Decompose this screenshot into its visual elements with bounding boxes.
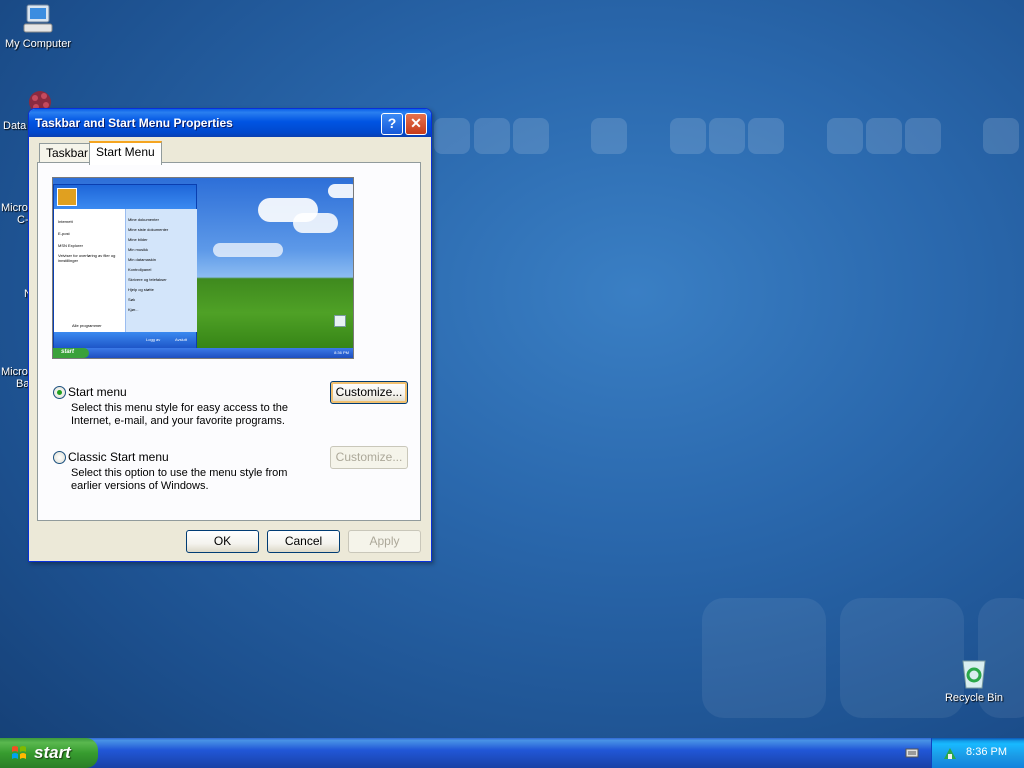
bg-square xyxy=(513,118,549,154)
start-menu-desc-line1: Select this menu style for easy access t… xyxy=(71,402,289,414)
bg-square xyxy=(434,118,470,154)
classic-customize-button: Customize... xyxy=(330,446,408,469)
system-tray: 8:36 PM xyxy=(931,738,1024,768)
bg-square xyxy=(591,118,627,154)
recycle-bin-icon xyxy=(958,656,990,690)
tab-panel: Internett E-post MSN Explorer Veiviser f… xyxy=(37,162,421,521)
preview-menu-header xyxy=(54,185,196,209)
preview-item: Skrivere og telefakser xyxy=(128,277,167,282)
preview-items-left: Internett E-post MSN Explorer Veiviser f… xyxy=(58,217,124,263)
close-button[interactable]: ✕ xyxy=(405,113,427,135)
apply-button: Apply xyxy=(348,530,421,553)
desktop-icon-my-computer[interactable]: My Computer xyxy=(0,2,78,50)
start-button[interactable]: start xyxy=(0,738,98,768)
preview-item: Kontrollpanel xyxy=(128,267,152,272)
classic-start-menu-label[interactable]: Classic Start menu xyxy=(68,450,169,464)
preview-all-programs: Alle programmer xyxy=(72,323,102,328)
windows-logo-icon xyxy=(11,745,27,761)
title-bar[interactable]: Taskbar and Start Menu Properties ? ✕ xyxy=(29,109,431,137)
start-label: start xyxy=(34,743,71,762)
dialog-title: Taskbar and Start Menu Properties xyxy=(35,116,233,130)
preview-item: Mine siste dokumenter xyxy=(128,227,169,232)
bg-square xyxy=(866,118,902,154)
preview-item: Min datamaskin xyxy=(128,257,157,262)
preview-menu-footer: Logg av Avslutt xyxy=(54,332,196,348)
preview-item: Søk xyxy=(128,297,136,302)
cloud xyxy=(328,184,353,198)
start-menu-desc-line2: Internet, e-mail, and your favorite prog… xyxy=(71,415,285,427)
help-button[interactable]: ? xyxy=(381,113,403,135)
ok-button[interactable]: OK xyxy=(186,530,259,553)
bg-square xyxy=(905,118,941,154)
preview-shutdown: Avslutt xyxy=(175,337,187,342)
bg-square xyxy=(670,118,706,154)
preview-items-right: Mine dokumenter Mine siste dokumenter Mi… xyxy=(128,215,194,315)
desktop-icon-recycle-bin[interactable]: Recycle Bin xyxy=(934,656,1014,704)
user-picture xyxy=(57,188,77,206)
preview-logoff: Logg av xyxy=(146,337,161,342)
preview-item: Mine dokumenter xyxy=(128,217,159,222)
preview-taskbar: start 8:36 PM xyxy=(53,348,353,358)
bg-square xyxy=(702,598,826,718)
cancel-button[interactable]: Cancel xyxy=(267,530,340,553)
taskbar: start 8:36 PM xyxy=(0,738,1024,768)
cloud xyxy=(293,213,338,233)
network-icon[interactable] xyxy=(942,745,958,761)
preview-item: Internett xyxy=(58,219,73,224)
preview-item: Mine bilder xyxy=(128,237,148,242)
preview-clock: 8:36 PM xyxy=(334,350,349,355)
desktop-icon-label: My Computer xyxy=(4,38,72,50)
classic-start-menu-radio[interactable] xyxy=(53,451,66,464)
preview-item: Kjør... xyxy=(128,307,139,312)
desktop-icon-label: Recycle Bin xyxy=(944,692,1004,704)
preview-item: E-post xyxy=(58,231,70,236)
properties-dialog: Taskbar and Start Menu Properties ? ✕ Ta… xyxy=(28,108,432,562)
start-menu-radio[interactable] xyxy=(53,386,66,399)
start-menu-label[interactable]: Start menu xyxy=(68,385,127,399)
preview-start-menu: Internett E-post MSN Explorer Veiviser f… xyxy=(53,184,197,349)
preview-start-label: start xyxy=(61,349,75,355)
bg-square xyxy=(983,118,1019,154)
tab-taskbar[interactable]: Taskbar xyxy=(39,143,96,163)
classic-desc-line2: earlier versions of Windows. xyxy=(71,480,209,492)
bg-square xyxy=(748,118,784,154)
customize-button[interactable]: Customize... xyxy=(330,381,408,404)
computer-icon xyxy=(21,2,55,36)
cloud xyxy=(213,243,283,257)
clock[interactable]: 8:36 PM xyxy=(966,746,1007,758)
preview-item: Min musikk xyxy=(128,247,149,252)
bg-square xyxy=(709,118,745,154)
classic-desc-line1: Select this option to use the menu style… xyxy=(71,467,288,479)
bg-square xyxy=(827,118,863,154)
preview-item: Hjelp og støtte xyxy=(128,287,154,292)
keyboard-icon[interactable] xyxy=(905,747,919,759)
bg-square xyxy=(474,118,510,154)
tab-start-menu[interactable]: Start Menu xyxy=(89,141,162,165)
preview-recycle-bin-icon xyxy=(334,315,346,327)
preview-start-button: start xyxy=(53,348,89,358)
start-menu-preview: Internett E-post MSN Explorer Veiviser f… xyxy=(52,177,354,359)
preview-item: MSN Explorer xyxy=(58,243,83,248)
preview-item: Veiviser for overføring av filer og inns… xyxy=(58,253,116,263)
